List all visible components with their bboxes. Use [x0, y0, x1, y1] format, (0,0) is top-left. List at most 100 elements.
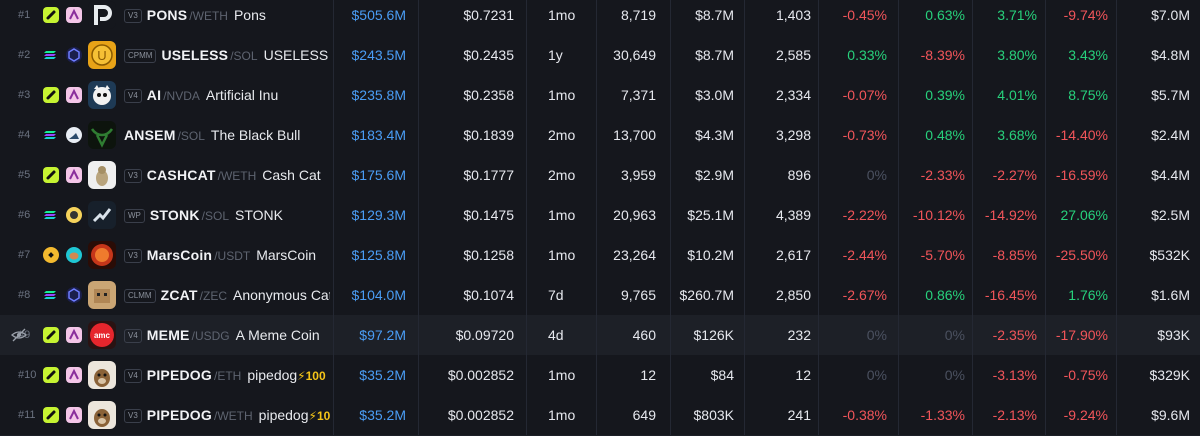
pairs-table: #1 V3 PONS/WETH Pons $505.6M $0.7231 1mo 8,719 $…	[0, 0, 1200, 436]
quote-symbol: /SOL	[201, 209, 229, 223]
liquidity-cell: $532K	[1149, 247, 1190, 263]
table-row[interactable]: #2UCPMMUSELESS/SOLUSELESS CO$243.5M$0.24…	[0, 35, 1200, 76]
dex-version-badge: V3	[124, 249, 142, 264]
column-divider	[526, 315, 527, 355]
token-symbol: PIPEDOG	[146, 367, 212, 383]
table-row[interactable]: #6 WP STONK/SOL STONK $129.3M $0.1475 1mo 20,96…	[0, 195, 1200, 236]
rank-label: #1	[18, 9, 31, 21]
market-cap-cell: $125.8M	[351, 247, 406, 263]
market-cap-cell: $97.2M	[359, 327, 406, 343]
pons-logo	[88, 1, 116, 29]
quote-symbol: /ZEC	[199, 289, 227, 303]
market-cap-cell: $243.5M	[351, 47, 406, 63]
useless-logo: U	[88, 41, 116, 69]
pipedog-logo	[88, 361, 116, 389]
price-cell: $0.7231	[463, 7, 514, 23]
dex-version-badge: V4	[124, 89, 142, 104]
token-symbol: CASHCAT	[146, 167, 216, 183]
pump-chain-icon	[43, 327, 59, 343]
price-cell: $0.002852	[447, 367, 514, 383]
token-name: The Black Bull	[210, 127, 301, 143]
column-divider	[526, 75, 527, 115]
price-cell: $0.1258	[463, 247, 514, 263]
pump-chain-icon	[43, 167, 59, 183]
liquidity-cell: $2.5M	[1151, 207, 1190, 223]
table-row[interactable]: #8 CLMM ZCAT/ZEC Anonymous Cat $104.0M $0.107…	[0, 275, 1200, 316]
quote-symbol: /NVDA	[163, 89, 200, 103]
table-row[interactable]: #7 V3 MarsCoin/USDT MarsCoin $125.8M $0.1258 1…	[0, 235, 1200, 276]
liquidity-cell: $93K	[1157, 327, 1190, 343]
table-row[interactable]: #11V3PIPEDOG/WETHpipedog⚡100$35.2M$0.002…	[0, 395, 1200, 436]
pump-chain-icon	[43, 407, 59, 423]
rank-label: #3	[18, 89, 31, 101]
table-row[interactable]: #10 V4 PIPEDOG/ETH pipedog⚡100 $35.2M $0.0028…	[0, 355, 1200, 396]
rank-label: #7	[18, 249, 31, 261]
liquidity-cell: $7.0M	[1151, 7, 1190, 23]
dex-version-badge: V4	[124, 369, 142, 384]
solana-icon	[43, 47, 59, 63]
liquidity-cell: $4.8M	[1151, 47, 1190, 63]
price-cell: $0.2358	[463, 87, 514, 103]
dex-version-badge: WP	[124, 209, 145, 224]
table-row[interactable]: #9 amc V4 MEME/USDG A Meme Coin $97.2M $0.0972…	[0, 315, 1200, 356]
table-row[interactable]: #1 V3 PONS/WETH Pons $505.6M $0.7231 1mo 8,719 $…	[0, 0, 1200, 36]
liquidity-cell: $4.4M	[1151, 167, 1190, 183]
token-symbol: STONK	[149, 207, 200, 223]
market-cap-cell: $35.2M	[359, 407, 406, 423]
quote-symbol: /WETH	[217, 169, 257, 183]
rank-label: #11	[18, 409, 36, 421]
price-cell: $0.2435	[463, 47, 514, 63]
token-name: Pons	[233, 7, 266, 23]
token-symbol: ANSEM	[124, 127, 176, 143]
pump-chain-icon	[43, 7, 59, 23]
column-divider	[526, 115, 527, 155]
bnb-icon	[43, 247, 59, 263]
amc-logo: amc	[88, 321, 116, 349]
quote-symbol: /ETH	[214, 369, 242, 383]
column-divider	[526, 235, 527, 275]
ai-cat-logo	[88, 81, 116, 109]
dex-version-badge: V4	[124, 329, 142, 344]
quote-symbol: /SOL	[230, 49, 258, 63]
pipedog-logo	[88, 401, 116, 429]
rank-label: #2	[18, 49, 31, 61]
token-symbol: PIPEDOG	[146, 407, 212, 423]
pumpswap-icon	[66, 87, 82, 103]
solana-icon	[43, 287, 59, 303]
token-symbol: MarsCoin	[146, 247, 213, 263]
svg-text:amc: amc	[94, 331, 111, 340]
table-row[interactable]: #4 ANSEM/SOL The Black Bull $183.4M $0.1839 2…	[0, 115, 1200, 156]
token-name: Artificial Inu	[205, 87, 279, 103]
column-divider	[526, 35, 527, 75]
eye-off-icon[interactable]	[11, 327, 27, 343]
token-name: STONK	[235, 207, 283, 223]
dex-version-badge: CPMM	[124, 49, 157, 64]
pumpswap-icon	[66, 167, 82, 183]
liquidity-cell: $9.6M	[1151, 407, 1190, 423]
marscoin-logo	[88, 241, 116, 269]
table-row[interactable]: #5 V3 CASHCAT/WETH Cash Cat $175.6M $0.1777 2m…	[0, 155, 1200, 196]
token-symbol: PONS	[146, 7, 188, 23]
table-row[interactable]: #3 V4 AI/NVDA Artificial Inu $235.8M $0.2358 1…	[0, 75, 1200, 116]
market-cap-cell: $35.2M	[359, 367, 406, 383]
liquidity-cell: $1.6M	[1151, 287, 1190, 303]
token-symbol: AI	[146, 87, 162, 103]
token-symbol: ZCAT	[160, 287, 198, 303]
liquidity-cell: $5.7M	[1151, 87, 1190, 103]
pumpswap-icon	[66, 7, 82, 23]
token-name: pipedog	[247, 367, 298, 383]
pump-chain-icon	[43, 367, 59, 383]
stonk-logo	[88, 201, 116, 229]
rank-label: #4	[18, 129, 31, 141]
market-cap-cell: $129.3M	[351, 207, 406, 223]
market-cap-cell: $183.4M	[351, 127, 406, 143]
rank-label: #8	[18, 289, 31, 301]
zcat-logo	[88, 281, 116, 309]
price-cell: $0.1839	[463, 127, 514, 143]
market-cap-cell: $175.6M	[351, 167, 406, 183]
quote-symbol: /USDT	[214, 249, 251, 263]
column-divider	[526, 0, 527, 35]
svg-text:U: U	[97, 48, 106, 63]
token-symbol: USELESS	[161, 47, 229, 63]
dex-version-badge: CLMM	[124, 289, 156, 304]
